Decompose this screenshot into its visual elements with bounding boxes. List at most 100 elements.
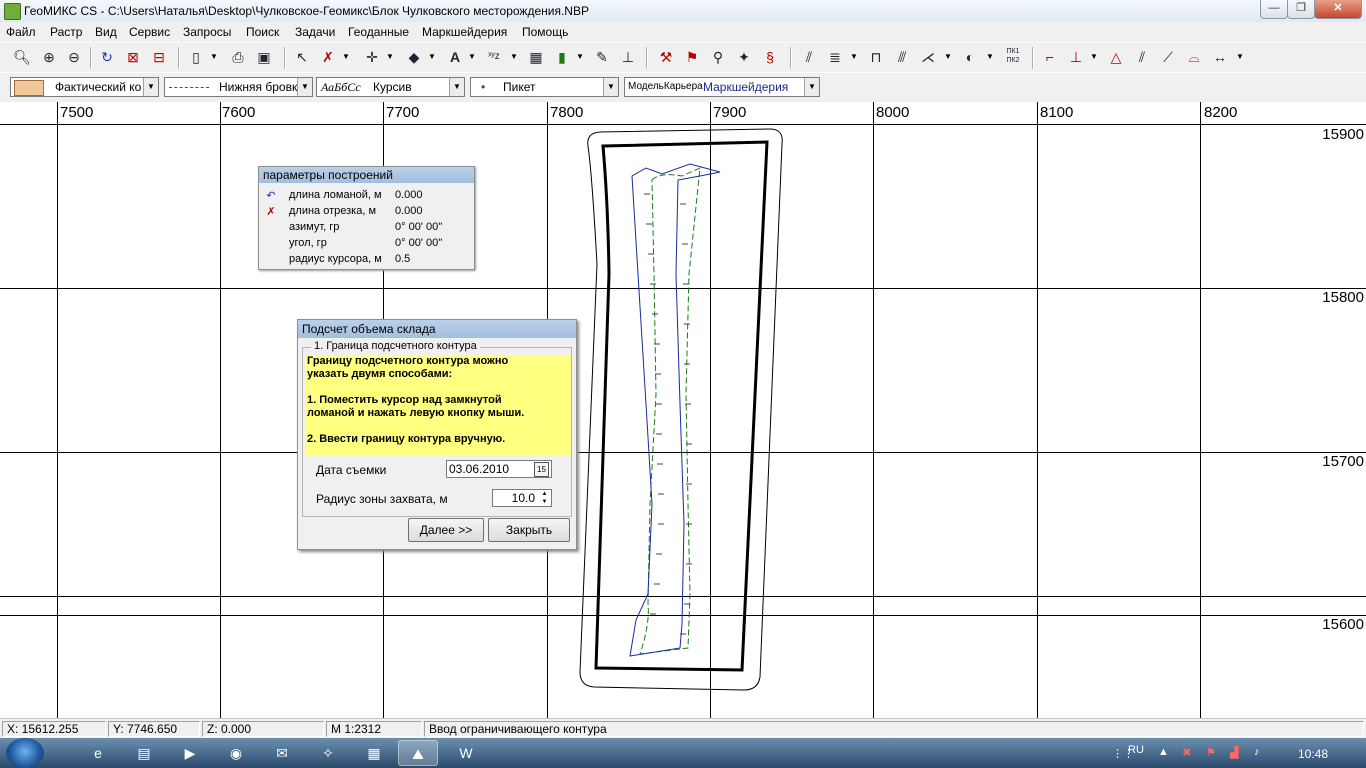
- print-preview-icon[interactable]: ⎙: [228, 47, 248, 67]
- clock[interactable]: 10:48: [1298, 747, 1328, 761]
- close-dialog-button[interactable]: Закрыть: [488, 518, 570, 542]
- xyz-icon[interactable]: ˣʸz: [484, 47, 504, 67]
- start-button[interactable]: [6, 738, 44, 768]
- chart-icon[interactable]: ▮: [552, 47, 572, 67]
- fill-style-combo[interactable]: Фактический ко ▼: [10, 77, 159, 97]
- menu-service[interactable]: Сервис: [129, 25, 170, 39]
- explorer-icon[interactable]: ▤: [124, 740, 164, 766]
- next-button[interactable]: Далее >>: [408, 518, 484, 542]
- hatch-icon[interactable]: ⫽: [799, 47, 819, 67]
- params-panel-title[interactable]: параметры построений: [259, 167, 474, 183]
- edit-cross-icon[interactable]: ✗: [318, 47, 338, 67]
- zoom-in-icon[interactable]: ⊕: [39, 47, 59, 67]
- menu-file[interactable]: Файл: [6, 25, 36, 39]
- anchor-icon[interactable]: ⊥: [618, 47, 638, 67]
- profile-icon[interactable]: ⊓: [866, 47, 886, 67]
- dome-icon[interactable]: ⌓: [1184, 47, 1204, 67]
- tray-expand-icon[interactable]: ▲: [1158, 746, 1169, 758]
- menu-raster[interactable]: Растр: [50, 25, 82, 39]
- app-icon-2[interactable]: ✧: [308, 740, 348, 766]
- menu-help[interactable]: Помощь: [522, 25, 568, 39]
- survey-tool-1-icon[interactable]: ⚒: [656, 47, 676, 67]
- chevron-down-icon[interactable]: ▼: [342, 47, 350, 67]
- node-edit-icon[interactable]: ✛: [362, 47, 382, 67]
- point-style-combo[interactable]: • Пикет ▼: [470, 77, 619, 97]
- triangle-icon[interactable]: △: [1106, 47, 1126, 67]
- chevron-down-icon[interactable]: ▼: [210, 47, 218, 67]
- chevron-down-icon[interactable]: ▼: [576, 47, 584, 67]
- calculator-icon[interactable]: ▦: [354, 740, 394, 766]
- layers-icon[interactable]: ≣: [825, 47, 845, 67]
- status-bar: X: 15612.255 Y: 7746.650 Z: 0.000 M 1:23…: [0, 718, 1366, 739]
- hp-icon[interactable]: ◉: [216, 740, 256, 766]
- dimension-icon[interactable]: ↔: [1210, 47, 1230, 67]
- construction-params-panel: параметры построений ↶ длина ломаной, м …: [258, 166, 475, 270]
- model-combo[interactable]: МодельКарьера Маркшейдерия ▼: [624, 77, 820, 97]
- line-style-combo[interactable]: Нижняя бровка ▼: [164, 77, 313, 97]
- dialog-title[interactable]: Подсчет объема склада: [298, 320, 576, 338]
- clear-icon[interactable]: ⊟: [149, 47, 169, 67]
- maximize-button[interactable]: ❐: [1287, 0, 1315, 19]
- menu-queries[interactable]: Запросы: [183, 25, 231, 39]
- menu-mine-survey[interactable]: Маркшейдерия: [422, 25, 507, 39]
- text-tool-icon[interactable]: A: [445, 47, 465, 67]
- chevron-down-icon[interactable]: ▼: [428, 47, 436, 67]
- word-icon[interactable]: W: [446, 740, 486, 766]
- chevron-down-icon[interactable]: ▼: [986, 47, 994, 67]
- eyedropper-icon[interactable]: ✎: [592, 47, 612, 67]
- chevron-down-icon: ▼: [143, 78, 158, 96]
- perpendicular-icon[interactable]: ⊥: [1066, 47, 1086, 67]
- cross-line-icon[interactable]: ⫽: [1132, 47, 1152, 67]
- chevron-down-icon[interactable]: ▼: [386, 47, 394, 67]
- ie-icon[interactable]: e: [78, 740, 118, 766]
- minimize-button[interactable]: —: [1260, 0, 1288, 19]
- menu-view[interactable]: Вид: [95, 25, 117, 39]
- angle-icon[interactable]: ⋌: [918, 47, 938, 67]
- corner-icon[interactable]: ⌐: [1040, 47, 1060, 67]
- volume-icon[interactable]: ♪: [1254, 746, 1260, 758]
- spin-up-icon[interactable]: ▲: [538, 490, 551, 498]
- media-player-icon[interactable]: ▶: [170, 740, 210, 766]
- table-icon[interactable]: ▦: [526, 47, 546, 67]
- frame-icon[interactable]: ▣: [254, 47, 274, 67]
- language-indicator[interactable]: RU: [1128, 744, 1144, 756]
- half-circle-icon[interactable]: ◐: [960, 47, 980, 67]
- chevron-down-icon[interactable]: ▼: [944, 47, 952, 67]
- fill-bucket-icon[interactable]: ◆: [404, 47, 424, 67]
- line-sample-icon: [169, 87, 209, 88]
- font-combo[interactable]: АаБбСс Курсив ▼: [316, 77, 465, 97]
- geomix-task-icon[interactable]: ⛰: [398, 740, 438, 766]
- mail-icon[interactable]: ✉: [262, 740, 302, 766]
- zoom-out-icon[interactable]: ⊖: [64, 47, 84, 67]
- pk-icon[interactable]: ПК1 ПК2: [1003, 47, 1023, 67]
- zoom-icon[interactable]: 🔍︎: [12, 47, 32, 67]
- new-page-icon[interactable]: ▯: [186, 47, 206, 67]
- survey-date-input[interactable]: 03.06.2010 15: [446, 460, 552, 478]
- cancel-icon[interactable]: ⊠: [123, 47, 143, 67]
- survey-tool-2-icon[interactable]: ⚑: [682, 47, 702, 67]
- chevron-down-icon[interactable]: ▼: [468, 47, 476, 67]
- close-button[interactable]: ✕: [1314, 0, 1362, 19]
- diagonal-icon[interactable]: ⟋: [1158, 47, 1178, 67]
- capture-radius-input[interactable]: 10.0 ▲ ▼: [492, 489, 552, 507]
- calendar-icon[interactable]: 15: [534, 462, 549, 477]
- chevron-down-icon[interactable]: ▼: [1090, 47, 1098, 67]
- map-canvas[interactable]: 15900 15800 15700 15600: [0, 124, 1366, 718]
- survey-tool-4-icon[interactable]: ✦: [734, 47, 754, 67]
- menu-search[interactable]: Поиск: [246, 25, 279, 39]
- refresh-icon[interactable]: ↻: [97, 47, 117, 67]
- chevron-down-icon[interactable]: ▼: [850, 47, 858, 67]
- parallel-lines-icon[interactable]: ⫻: [892, 47, 912, 67]
- tray-flag-icon[interactable]: ⚑: [1206, 746, 1216, 759]
- menu-geodata[interactable]: Геоданные: [348, 25, 409, 39]
- pointer-icon[interactable]: ↖: [292, 47, 312, 67]
- survey-tool-3-icon[interactable]: ⚲: [708, 47, 728, 67]
- survey-tool-5-icon[interactable]: §: [760, 47, 780, 67]
- chevron-down-icon[interactable]: ▼: [1236, 47, 1244, 67]
- tray-network-icon[interactable]: ▟: [1230, 746, 1238, 759]
- tray-security-icon[interactable]: ✖: [1182, 746, 1191, 759]
- spin-down-icon[interactable]: ▼: [538, 498, 551, 506]
- pk2-label: ПК2: [1006, 57, 1020, 64]
- chevron-down-icon[interactable]: ▼: [510, 47, 518, 67]
- menu-tasks[interactable]: Задачи: [295, 25, 335, 39]
